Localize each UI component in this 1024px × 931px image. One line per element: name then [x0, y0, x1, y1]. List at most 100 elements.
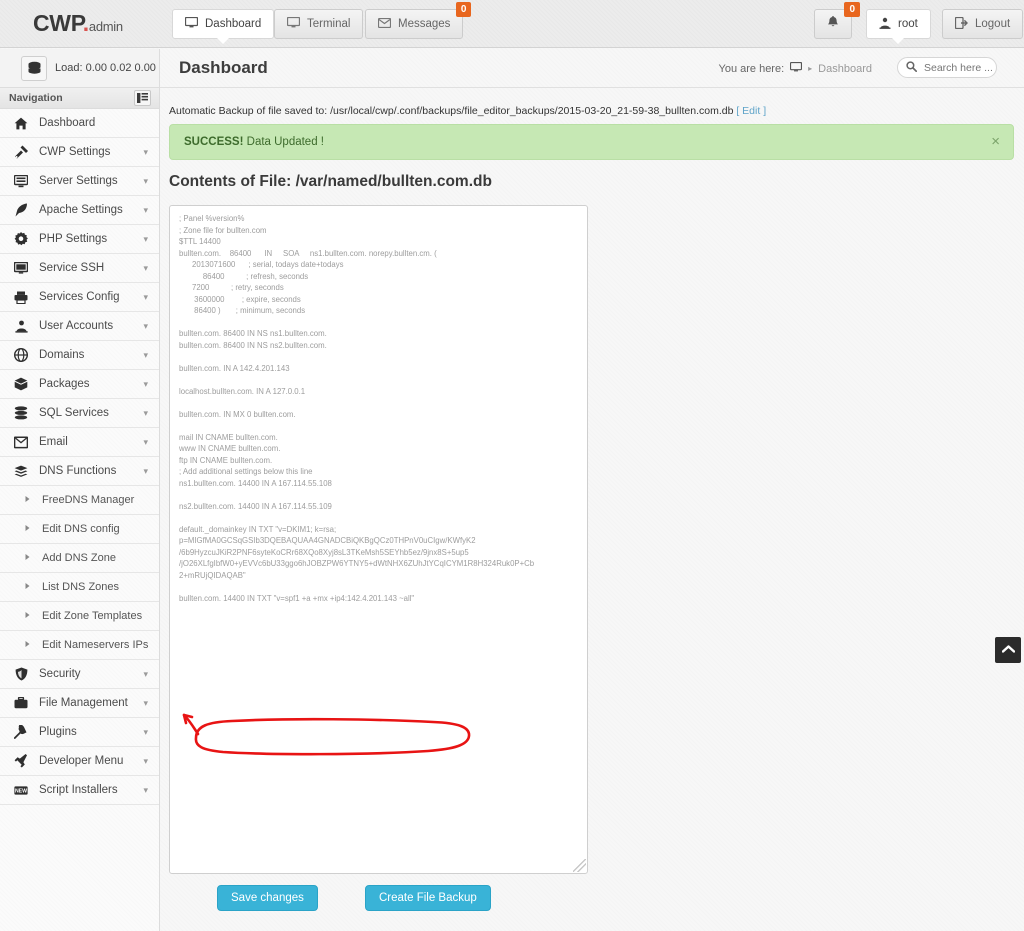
sidebar-item-label: Edit Nameservers IPs	[42, 639, 149, 651]
sidebar-item-label: Dashboard	[39, 117, 96, 129]
chevron-down-icon: ▾	[143, 320, 148, 331]
chevron-down-icon: ▾	[143, 407, 148, 418]
sidebar-header-label: Navigation	[9, 92, 63, 104]
database-icon	[13, 406, 29, 420]
sidebar-item-label: Packages	[39, 378, 90, 390]
create-file-backup-button[interactable]: Create File Backup	[365, 885, 491, 911]
plug-icon	[13, 725, 29, 739]
sidebar-item-email[interactable]: Email ▾	[0, 428, 159, 457]
sidebar-item-dashboard[interactable]: Dashboard	[0, 109, 159, 138]
close-icon[interactable]: ×	[991, 134, 1000, 150]
bullet-icon	[24, 640, 31, 650]
sidebar-item-domains[interactable]: Domains ▾	[0, 341, 159, 370]
sidebar-item-list-dns-zones[interactable]: List DNS Zones	[0, 573, 159, 602]
sidebar-item-developer-menu[interactable]: Developer Menu ▾	[0, 747, 159, 776]
bullet-icon	[24, 553, 31, 563]
box-icon	[13, 377, 29, 391]
tab-terminal-label: Terminal	[307, 18, 351, 30]
backup-edit-link[interactable]: [ Edit ]	[736, 105, 766, 117]
chevron-down-icon: ▾	[143, 349, 148, 360]
sidebar-item-server-settings[interactable]: Server Settings ▾	[0, 167, 159, 196]
chevron-down-icon: ▾	[143, 784, 148, 795]
sidebar-item-edit-zone-templates[interactable]: Edit Zone Templates	[0, 602, 159, 631]
tab-messages[interactable]: Messages 0	[365, 2, 472, 39]
breadcrumb-separator: ▸	[808, 64, 813, 73]
sidebar-item-apache-settings[interactable]: Apache Settings ▾	[0, 196, 159, 225]
chevron-down-icon: ▾	[143, 233, 148, 244]
sidebar-item-services-config[interactable]: Services Config ▾	[0, 283, 159, 312]
sidebar-item-label: Service SSH	[39, 262, 105, 274]
panel-toggle-icon[interactable]	[134, 90, 151, 106]
chevron-down-icon: ▾	[143, 204, 148, 215]
sidebar: Navigation Dashboard CWP Settings ▾ Server …	[0, 88, 160, 931]
tab-dashboard[interactable]: Dashboard	[172, 9, 275, 44]
sidebar-item-dns-functions[interactable]: DNS Functions ▾	[0, 457, 159, 486]
sidebar-item-security[interactable]: Security ▾	[0, 660, 159, 689]
search-box[interactable]	[897, 57, 997, 78]
envelope-icon	[13, 435, 29, 449]
user-menu-label: root	[898, 18, 918, 30]
sidebar-item-user-accounts[interactable]: User Accounts ▾	[0, 312, 159, 341]
chevron-down-icon: ▾	[143, 175, 148, 186]
sidebar-item-plugins[interactable]: Plugins ▾	[0, 718, 159, 747]
globe-icon	[13, 348, 29, 362]
tools-icon	[13, 145, 29, 159]
server-icon	[13, 174, 29, 188]
chevron-down-icon: ▾	[143, 668, 148, 679]
sidebar-item-edit-nameservers-ips[interactable]: Edit Nameservers IPs	[0, 631, 159, 660]
notifications-button[interactable]: 0	[814, 2, 860, 39]
page-title: Dashboard	[179, 58, 268, 77]
user-icon	[879, 17, 891, 32]
sidebar-item-label: Server Settings	[39, 175, 118, 187]
sidebar-item-freedns-manager[interactable]: FreeDNS Manager	[0, 486, 159, 515]
feather-icon	[13, 203, 29, 217]
server-load-indicator: Load: 0.00 0.02 0.00	[0, 49, 160, 88]
sidebar-item-file-management[interactable]: File Management ▾	[0, 689, 159, 718]
sidebar-item-label: Email	[39, 436, 68, 448]
chevron-down-icon: ▾	[143, 378, 148, 389]
sidebar-item-label: Services Config	[39, 291, 120, 303]
sidebar-item-edit-dns-config[interactable]: Edit DNS config	[0, 515, 159, 544]
chevron-down-icon: ▾	[143, 146, 148, 157]
sidebar-item-add-dns-zone[interactable]: Add DNS Zone	[0, 544, 159, 573]
save-changes-button[interactable]: Save changes	[217, 885, 318, 911]
sidebar-item-label: Developer Menu	[39, 755, 124, 767]
search-input[interactable]	[922, 60, 996, 75]
bullet-icon	[24, 582, 31, 592]
sidebar-item-label: DNS Functions	[39, 465, 117, 477]
messages-badge: 0	[455, 2, 472, 17]
monitor-icon	[790, 61, 803, 75]
chevron-down-icon: ▾	[143, 291, 148, 302]
tab-terminal[interactable]: Terminal	[274, 9, 364, 39]
bullet-icon	[24, 611, 31, 621]
user-menu[interactable]: root	[866, 9, 931, 44]
tab-dashboard-label: Dashboard	[205, 18, 262, 30]
sidebar-item-label: Edit DNS config	[42, 523, 120, 535]
new-icon: NEW	[13, 785, 29, 795]
sidebar-item-script-installers[interactable]: NEW Script Installers ▾	[0, 776, 159, 805]
logout-label: Logout	[975, 18, 1011, 30]
sidebar-item-cwp-settings[interactable]: CWP Settings ▾	[0, 138, 159, 167]
load-average-label: Load: 0.00 0.02 0.00	[55, 62, 156, 74]
sidebar-item-service-ssh[interactable]: Service SSH ▾	[0, 254, 159, 283]
envelope-icon	[377, 17, 392, 31]
chevron-up-icon	[1001, 644, 1015, 656]
success-alert-message: Data Updated !	[243, 136, 324, 148]
logout-icon	[954, 16, 968, 32]
main-content: Automatic Backup of file saved to: /usr/…	[160, 88, 1024, 931]
home-icon	[13, 117, 29, 130]
chevron-down-icon: ▾	[143, 465, 148, 476]
brand-logo: CWP.admin	[33, 10, 123, 37]
sidebar-item-packages[interactable]: Packages ▾	[0, 370, 159, 399]
file-editor-textarea[interactable]: ; Panel %version% ; Zone file for bullte…	[169, 205, 588, 874]
sidebar-item-php-settings[interactable]: PHP Settings ▾	[0, 225, 159, 254]
chevron-down-icon: ▾	[143, 726, 148, 737]
search-icon	[906, 59, 918, 77]
brand-name: CWP	[33, 10, 83, 36]
logout-button[interactable]: Logout	[942, 9, 1024, 39]
sidebar-item-label: Edit Zone Templates	[42, 610, 143, 622]
chevron-down-icon: ▾	[143, 436, 148, 447]
breadcrumb-current[interactable]: Dashboard	[818, 63, 872, 75]
sidebar-item-sql-services[interactable]: SQL Services ▾	[0, 399, 159, 428]
scroll-to-top-button[interactable]	[995, 637, 1021, 663]
